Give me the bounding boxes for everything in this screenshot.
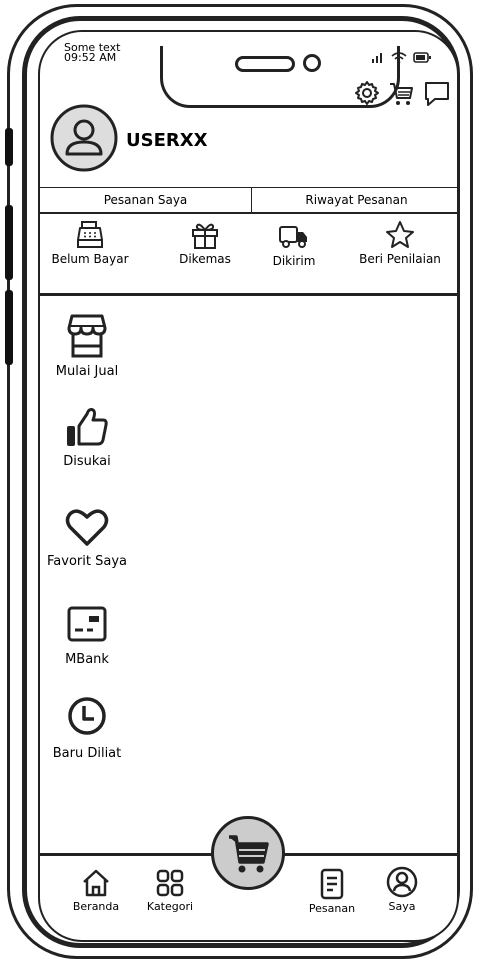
- menu-baru-diliat[interactable]: Baru Diliat: [42, 696, 132, 776]
- menu-label: Baru Diliat: [52, 746, 122, 761]
- gift-icon: [190, 220, 220, 250]
- status-belum-bayar[interactable]: Belum Bayar: [48, 220, 132, 280]
- nav-label: Kategori: [146, 900, 194, 913]
- menu-favorit-saya[interactable]: Favorit Saya: [40, 506, 134, 586]
- grid-icon: [155, 868, 185, 898]
- nav-label: Pesanan: [308, 902, 356, 915]
- username: USERXX: [126, 130, 208, 151]
- truck-icon: [278, 222, 310, 252]
- nav-label: Beranda: [72, 900, 120, 913]
- clock-icon: [67, 696, 107, 736]
- home-icon: [81, 868, 111, 898]
- menu-disukai[interactable]: Disukai: [42, 406, 132, 486]
- status-label: Dikirim: [272, 254, 316, 268]
- cart-icon: [227, 832, 271, 876]
- tab-pesanan-saya[interactable]: Pesanan Saya: [40, 188, 251, 212]
- screen: Some text 09:52 AM USERXX Pesanan Saya R…: [38, 30, 459, 942]
- tab-label: Riwayat Pesanan: [305, 193, 408, 207]
- signal-wifi-battery-icon: [372, 52, 431, 64]
- card-icon: [67, 604, 107, 644]
- menu-label: Mulai Jual: [55, 364, 119, 379]
- status-icons: [372, 50, 436, 64]
- store-icon: [67, 314, 107, 358]
- speaker: [235, 56, 295, 72]
- settings-icon[interactable]: [354, 80, 380, 106]
- cart-top-icon[interactable]: [388, 81, 414, 107]
- nav-pesanan[interactable]: Pesanan: [302, 868, 362, 928]
- user-icon: [386, 866, 418, 898]
- star-icon: [385, 220, 415, 250]
- avatar[interactable]: [50, 104, 118, 172]
- nav-kategori[interactable]: Kategori: [140, 868, 200, 928]
- menu-label: MBank: [65, 652, 109, 667]
- chat-icon[interactable]: [423, 80, 451, 108]
- side-button-mute: [5, 128, 13, 166]
- tab-label: Pesanan Saya: [103, 193, 188, 207]
- status-dikirim[interactable]: Dikirim: [262, 222, 326, 282]
- camera: [303, 54, 321, 72]
- status-beri-penilaian[interactable]: Beri Penilaian: [350, 220, 450, 280]
- tab-riwayat-pesanan[interactable]: Riwayat Pesanan: [252, 188, 457, 212]
- nav-beranda[interactable]: Beranda: [66, 868, 126, 928]
- document-icon: [318, 868, 346, 900]
- nav-saya[interactable]: Saya: [372, 866, 432, 926]
- menu-mulai-jual[interactable]: Mulai Jual: [42, 314, 132, 394]
- nav-cart-button[interactable]: [211, 816, 285, 890]
- menu-label: Favorit Saya: [47, 554, 127, 569]
- side-button-volume-up: [5, 205, 13, 280]
- divider: [40, 212, 457, 214]
- menu-mbank[interactable]: MBank: [42, 604, 132, 684]
- cash-register-icon: [75, 220, 105, 250]
- nav-label: Saya: [388, 900, 416, 913]
- status-dikemas[interactable]: Dikemas: [170, 220, 240, 280]
- status-label: Belum Bayar: [51, 252, 129, 266]
- heart-icon: [65, 506, 109, 548]
- status-label: Beri Penilaian: [359, 252, 441, 266]
- status-time: 09:52 AM: [64, 51, 117, 64]
- divider: [40, 293, 457, 296]
- thumbs-up-icon: [65, 406, 109, 450]
- side-button-volume-down: [5, 290, 13, 365]
- menu-label: Disukai: [63, 454, 111, 469]
- status-label: Dikemas: [179, 252, 231, 266]
